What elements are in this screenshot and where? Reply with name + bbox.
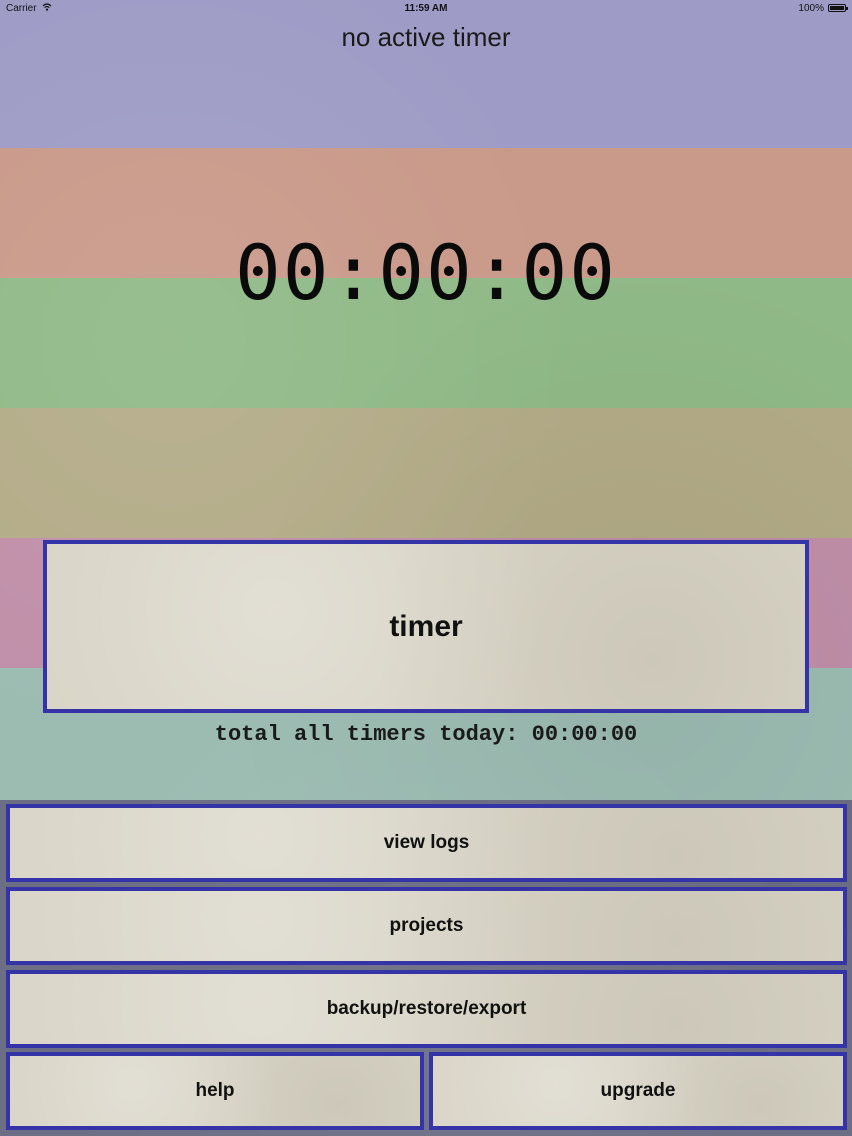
- backup-restore-export-label: backup/restore/export: [326, 998, 527, 1019]
- projects-button[interactable]: projects: [6, 887, 847, 965]
- elapsed-time-display: 00:00:00: [234, 228, 618, 317]
- projects-label: projects: [389, 915, 464, 936]
- view-logs-button[interactable]: view logs: [6, 804, 847, 882]
- upgrade-button[interactable]: upgrade: [429, 1052, 847, 1130]
- status-time: 11:59 AM: [404, 3, 448, 14]
- battery-icon: [828, 4, 848, 12]
- timer-button-label: timer: [389, 609, 463, 643]
- upgrade-label: upgrade: [600, 1080, 676, 1101]
- help-label: help: [195, 1080, 235, 1101]
- battery-percent: 100%: [798, 3, 824, 14]
- total-today-label: total all timers today: 00:00:00: [214, 722, 638, 747]
- background-band-olive: [0, 408, 852, 538]
- view-logs-label: view logs: [383, 832, 470, 853]
- timer-button[interactable]: timer: [43, 540, 809, 713]
- backup-restore-export-button[interactable]: backup/restore/export: [6, 970, 847, 1048]
- timer-status-label: no active timer: [341, 22, 511, 52]
- help-button[interactable]: help: [6, 1052, 424, 1130]
- status-bar: Carrier 11:59 AM 100%: [0, 0, 852, 18]
